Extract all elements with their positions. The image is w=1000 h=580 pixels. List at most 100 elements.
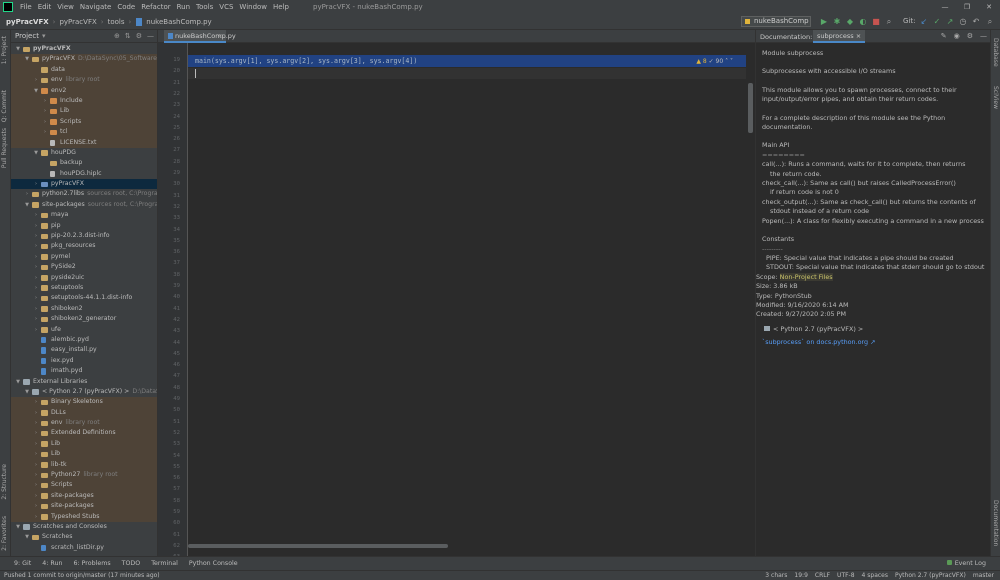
project-view-select[interactable]: Project (15, 32, 39, 40)
chevron-right-icon[interactable]: › (33, 179, 39, 189)
pull-requests-tool-button[interactable]: Pull Requests (1, 128, 8, 168)
menu-view[interactable]: View (54, 3, 77, 11)
breadcrumb-package[interactable]: pyPracVFX (57, 18, 98, 26)
chevron-right-icon[interactable]: › (33, 293, 39, 303)
chevron-right-icon[interactable]: › (42, 106, 48, 116)
chevron-down-icon[interactable]: ▼ (15, 377, 21, 387)
tree-item[interactable]: data (11, 64, 157, 76)
chevron-right-icon[interactable]: › (33, 210, 39, 220)
chevron-right-icon[interactable]: › (33, 408, 39, 418)
breadcrumb-project[interactable]: pyPracVFX (4, 18, 51, 26)
chevron-right-icon[interactable]: › (33, 314, 39, 324)
gear-icon[interactable]: ⚙ (967, 32, 973, 40)
run-tool-button[interactable]: 4: Run (42, 560, 62, 567)
tree-item[interactable]: imath.pyd (11, 366, 157, 376)
close-icon[interactable]: ✕ (978, 0, 1000, 14)
chevron-down-icon[interactable]: ▾ (42, 32, 46, 40)
tree-item[interactable]: ▼ Scratches and Consoles (11, 522, 157, 532)
chevron-right-icon[interactable]: › (33, 252, 39, 262)
edit-source-icon[interactable]: ✎ (941, 32, 947, 40)
menu-vcs[interactable]: VCS (216, 3, 236, 11)
status-line-separator[interactable]: CRLF (815, 572, 830, 579)
event-log-tool-button[interactable]: Event Log (947, 560, 986, 567)
tree-item[interactable]: › Scripts (11, 116, 157, 128)
chevron-right-icon[interactable]: › (33, 304, 39, 314)
git-commit-icon[interactable]: ✓ (932, 17, 942, 27)
tree-item[interactable]: houPDG.hiplc (11, 169, 157, 179)
tree-item[interactable]: › shiboken2_generator (11, 314, 157, 324)
close-tab-icon[interactable]: × (856, 32, 861, 40)
chevron-right-icon[interactable]: › (33, 501, 39, 511)
tree-item[interactable]: › Lib (11, 438, 157, 450)
chevron-right-icon[interactable]: › (33, 325, 39, 335)
profile-icon[interactable]: ◐ (858, 17, 868, 27)
search-everywhere-icon[interactable]: ⌕ (985, 17, 995, 27)
chevron-right-icon[interactable]: › (33, 397, 39, 407)
hide-icon[interactable]: — (980, 32, 987, 40)
tree-item[interactable]: › pkg_resources (11, 241, 157, 251)
auto-update-icon[interactable]: ◉ (954, 32, 960, 40)
tree-item[interactable]: › ufe (11, 325, 157, 335)
database-tool-button[interactable]: Database (992, 38, 999, 67)
tree-item[interactable]: › Lib (11, 449, 157, 460)
chevron-down-icon[interactable]: ▼ (33, 86, 39, 96)
chevron-right-icon[interactable]: › (33, 273, 39, 283)
documentation-tool-button[interactable]: Documentation (992, 500, 999, 546)
tree-item[interactable]: iex.pyd (11, 356, 157, 366)
chevron-right-icon[interactable]: › (42, 127, 48, 137)
stop-icon[interactable]: ■ (871, 17, 881, 27)
tree-item[interactable]: › Typeshed Stubs (11, 511, 157, 522)
status-caret-position[interactable]: 19:9 (794, 572, 807, 579)
chevron-right-icon[interactable]: › (33, 439, 39, 449)
tree-item[interactable]: › env library root (11, 418, 157, 429)
favorites-tool-button[interactable]: 2: Favorites (1, 516, 8, 551)
chevron-right-icon[interactable]: › (33, 241, 39, 251)
chevron-down-icon[interactable]: ▼ (15, 522, 21, 532)
git-push-icon[interactable]: ↗ (945, 17, 955, 27)
chevron-right-icon[interactable]: › (42, 117, 48, 127)
problems-tool-button[interactable]: 6: Problems (73, 560, 110, 567)
menu-edit[interactable]: Edit (35, 3, 55, 11)
chevron-right-icon[interactable]: › (33, 428, 39, 438)
tree-item[interactable]: › maya (11, 210, 157, 220)
chevron-right-icon[interactable]: › (33, 231, 39, 241)
tree-item[interactable]: ▼ site-packagessources root, C:\Program F (11, 200, 157, 210)
tree-item[interactable]: › tcl (11, 127, 157, 138)
git-update-icon[interactable]: ↙ (919, 17, 929, 27)
menu-window[interactable]: Window (236, 3, 270, 11)
menu-navigate[interactable]: Navigate (77, 3, 114, 11)
tree-item[interactable]: › Include (11, 95, 157, 107)
structure-tool-button[interactable]: 2: Structure (1, 464, 8, 500)
chevron-right-icon[interactable]: › (33, 262, 39, 272)
horizontal-scrollbar[interactable] (188, 544, 448, 548)
status-interpreter[interactable]: Python 2.7 (pyPracVFX) (895, 572, 966, 579)
tree-item[interactable]: LICENSE.txt (11, 137, 157, 148)
chevron-right-icon[interactable]: › (33, 460, 39, 470)
tree-item[interactable]: › pip-20.2.3.dist-info (11, 231, 157, 241)
tree-item[interactable]: › setuptools (11, 283, 157, 293)
tree-item[interactable]: › lib-tk (11, 459, 157, 471)
chevron-right-icon[interactable]: › (24, 189, 30, 199)
tree-item[interactable]: ▼ pyPracVFXD:\DataSync\05_Software\Pyt (11, 54, 157, 65)
tree-item[interactable]: ▼ Scratches (11, 532, 157, 542)
menu-help[interactable]: Help (270, 3, 292, 11)
tree-item[interactable]: › Binary Skeletons (11, 397, 157, 408)
status-indent[interactable]: 4 spaces (862, 572, 888, 579)
chevron-up-icon[interactable]: ˄ (725, 58, 728, 65)
tree-item[interactable]: › site-packages (11, 501, 157, 512)
inspection-widget[interactable]: ▲ 8 ✓ 90 ˄ ˅ (696, 58, 733, 65)
chevron-down-icon[interactable]: ˅ (730, 58, 733, 65)
breadcrumb-folder[interactable]: tools (106, 18, 127, 26)
chevron-right-icon[interactable]: › (33, 512, 39, 522)
close-tab-icon[interactable]: × (218, 30, 223, 42)
project-tool-button[interactable]: 1: Project (1, 36, 8, 64)
git-history-icon[interactable]: ◷ (958, 17, 968, 27)
chevron-right-icon[interactable]: › (33, 283, 39, 293)
minimize-icon[interactable]: — (934, 0, 956, 14)
tree-item[interactable]: scratch_listDir.py (11, 543, 157, 553)
chevron-down-icon[interactable]: ▼ (24, 200, 30, 210)
sciview-tool-button[interactable]: SciView (992, 86, 999, 109)
tree-item[interactable]: › shiboken2 (11, 304, 157, 314)
run-configuration-select[interactable]: nukeBashComp (741, 16, 811, 27)
tree-item[interactable]: › PySide2 (11, 262, 157, 272)
